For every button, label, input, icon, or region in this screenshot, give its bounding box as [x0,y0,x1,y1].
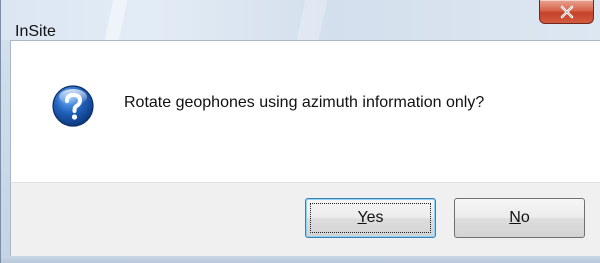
question-icon [52,85,94,127]
window-title: InSite [15,23,56,40]
glass-streak [104,0,128,40]
title-bar[interactable]: InSite [1,0,600,40]
window-bottom-border [1,256,600,263]
screen: InSite Rotate geophones using azimuth in… [0,0,600,263]
yes-button-label: Yes [357,209,384,226]
close-button[interactable] [539,0,594,24]
dialog-window: InSite Rotate geophones using azimuth in… [0,0,600,263]
dialog-message: Rotate geophones using azimuth informati… [124,94,485,111]
yes-button[interactable]: Yes [305,198,436,238]
close-icon [560,5,573,18]
glass-streak [296,0,328,40]
no-button[interactable]: No [454,198,585,238]
no-button-label: No [509,209,530,226]
